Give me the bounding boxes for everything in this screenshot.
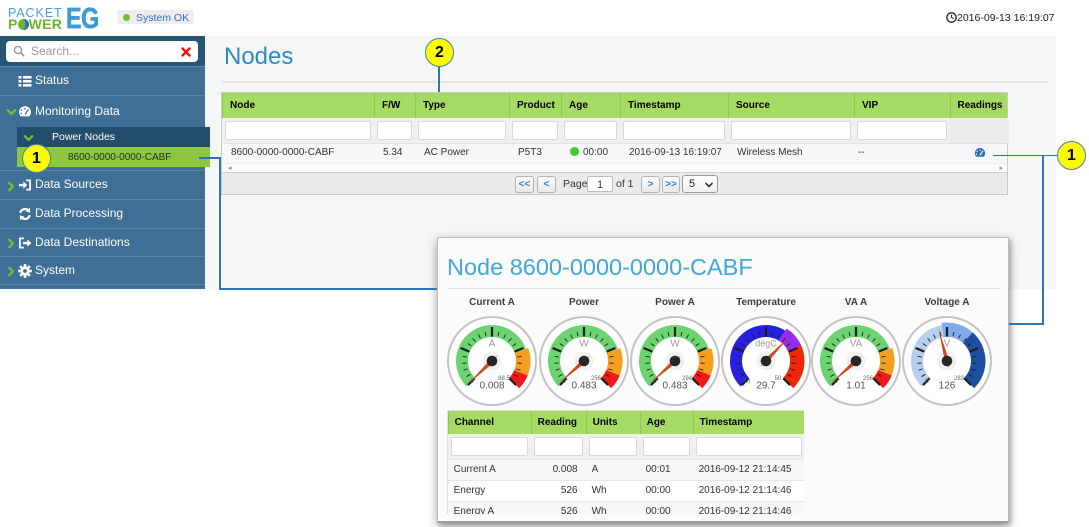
svg-text:1.01: 1.01: [846, 381, 866, 392]
svg-text:283: 283: [954, 376, 965, 382]
svg-text:0.008: 0.008: [479, 381, 504, 392]
svg-text:29.7: 29.7: [756, 381, 776, 392]
svg-text:VA: VA: [850, 339, 863, 350]
svg-text:W: W: [579, 339, 589, 350]
svg-text:-10: -10: [742, 379, 751, 385]
svg-text:W: W: [670, 339, 680, 350]
svg-text:126: 126: [939, 381, 956, 392]
svg-text:0.483: 0.483: [662, 381, 687, 392]
svg-text:0.483: 0.483: [571, 381, 596, 392]
svg-text:50: 50: [775, 376, 782, 382]
svg-text:A: A: [489, 339, 496, 350]
svg-text:degC: degC: [755, 339, 777, 349]
